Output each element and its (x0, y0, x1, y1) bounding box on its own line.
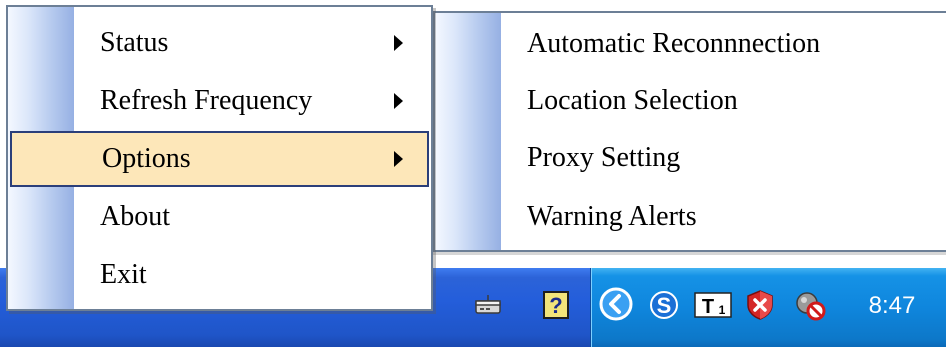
submenu-arrow-icon (394, 151, 403, 167)
submenu-item-automatic-reconnection[interactable]: Automatic Reconnnection (435, 16, 946, 72)
sync-icon[interactable]: S (648, 289, 680, 321)
submenu-item-label: Proxy Setting (527, 142, 681, 173)
menu-item-options[interactable]: Options (10, 131, 429, 187)
menu-item-label: Status (100, 27, 169, 58)
t1-icon[interactable]: T 1 (694, 289, 732, 321)
menu-item-exit[interactable]: Exit (10, 247, 429, 303)
menu-item-refresh-frequency[interactable]: Refresh Frequency (10, 73, 429, 129)
svg-text:S: S (657, 293, 672, 318)
svg-text:1: 1 (719, 303, 726, 317)
menu-item-about[interactable]: About (10, 189, 429, 245)
submenu-item-proxy-setting[interactable]: Proxy Setting (435, 130, 946, 186)
submenu-item-label: Location Selection (527, 85, 738, 116)
submenu-item-location-selection[interactable]: Location Selection (435, 73, 946, 129)
tray-context-menu: Status Refresh Frequency Options About E… (6, 5, 433, 311)
options-submenu: Automatic Reconnnection Location Selecti… (433, 11, 946, 252)
security-shield-icon[interactable] (744, 289, 776, 321)
menu-item-label: Exit (100, 259, 147, 290)
svg-text:T: T (702, 296, 714, 318)
svg-text:?: ? (549, 293, 562, 318)
submenu-item-warning-alerts[interactable]: Warning Alerts (435, 189, 946, 245)
menu-item-status[interactable]: Status (10, 15, 429, 71)
submenu-arrow-icon (394, 35, 403, 51)
help-icon[interactable]: ? (540, 289, 572, 321)
network-icon[interactable] (472, 289, 504, 321)
clock[interactable]: 8:47 (852, 291, 932, 321)
disconnected-icon[interactable] (794, 289, 826, 321)
submenu-item-label: Automatic Reconnnection (527, 28, 821, 59)
show-hidden-icons-button[interactable] (598, 286, 634, 322)
submenu-item-label: Warning Alerts (527, 201, 697, 232)
menu-item-label: Options (102, 143, 191, 174)
menu-item-label: Refresh Frequency (100, 85, 313, 116)
menu-item-label: About (100, 201, 170, 232)
submenu-arrow-icon (394, 93, 403, 109)
